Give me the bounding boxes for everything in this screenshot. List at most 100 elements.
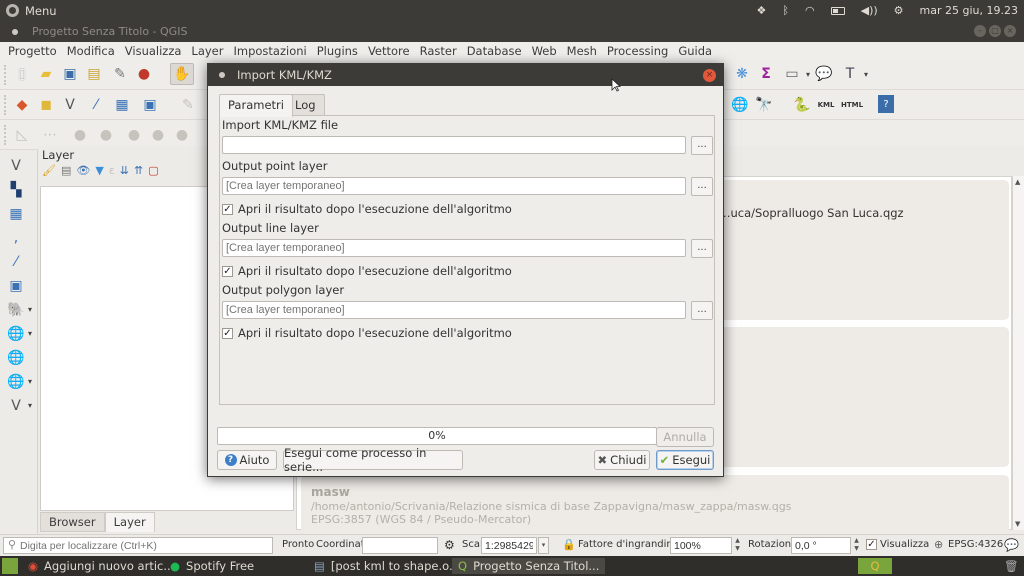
save-project-icon[interactable]: ▣ [60,64,80,84]
workspace-switcher-icon[interactable] [2,558,18,574]
open-project-icon[interactable]: ▰ [36,64,56,84]
add-vector-layer-icon[interactable]: V [6,156,26,176]
rotation-spinner[interactable]: ▲ ▼ [851,537,862,554]
menu-plugins[interactable]: Plugins [317,44,363,58]
menu-vettore[interactable]: Vettore [368,44,415,58]
taskbar-item[interactable]: Q Progetto Senza Titol... [452,558,606,574]
bluetooth-icon[interactable]: ᛒ [782,4,789,17]
close-button[interactable]: ✖ Chiudi [594,450,650,470]
recent-list-scrollbar[interactable]: ▲ ▼ [1012,176,1024,530]
tab-browser[interactable]: Browser [40,512,105,532]
layout-manager-icon[interactable]: ✎ [110,64,130,84]
coordinate-input[interactable] [362,537,438,554]
collapse-all-icon[interactable]: ⇈ [134,164,143,182]
add-spatialite-icon[interactable]: ⁄ [6,252,26,272]
add-wfs-icon[interactable]: 🌐 [6,372,26,392]
line-layer-browse-button[interactable]: ... [691,239,713,258]
recent-project-item[interactable]: masw /home/antonio/Scrivania/Relazione s… [301,475,1009,535]
menu-web[interactable]: Web [532,44,562,58]
tab-layer[interactable]: Layer [104,512,155,532]
new-virtual-layer-icon[interactable]: ▣ [140,95,160,115]
new-project-icon[interactable]: ▯ [12,64,32,84]
dialog-title-bar[interactable]: Import KML/KMZ × [208,64,723,86]
lock-scale-icon[interactable]: 🔒 [562,538,576,551]
dropbox-icon[interactable]: ❖ [757,4,767,17]
add-delimited-text-icon[interactable]: , [6,228,26,248]
system-menu-button[interactable]: Menu [0,4,57,18]
checkbox-box[interactable]: ✓ [222,265,233,277]
volume-icon[interactable]: ◀)) [861,4,878,17]
menu-progetto[interactable]: Progetto [8,44,62,58]
checkbox-box[interactable]: ✓ [222,203,233,215]
checkbox-box[interactable]: ✓ [222,327,233,339]
remove-layer-icon[interactable]: ▢ [148,164,158,182]
add-wcs-icon[interactable]: 🌐 [6,348,26,368]
taskbar-item[interactable]: ● Spotify Free [170,558,254,574]
new-shapefile-icon[interactable]: V [60,95,80,115]
menu-processing[interactable]: Processing [607,44,673,58]
scale-input[interactable] [481,537,537,554]
toolbar-grip[interactable] [4,65,8,85]
point-open-after-checkbox[interactable]: ✓ Apri il risultato dopo l'esecuzione de… [222,202,512,216]
kml-file-browse-button[interactable]: ... [691,136,713,155]
python-console-icon[interactable]: 🐍 [792,95,812,115]
add-postgis-icon[interactable]: 🐘 [6,300,26,320]
magnifier-spinner[interactable]: ▲ ▼ [732,537,743,554]
menu-modifica[interactable]: Modifica [67,44,120,58]
html-export-icon[interactable]: HTML [841,95,863,115]
toolbar-grip[interactable] [4,125,8,145]
settings-gear-icon[interactable]: ⚙ [894,4,904,17]
map-tips-icon[interactable]: 💬 [814,64,834,84]
help-book-icon[interactable]: ? [878,95,894,113]
menu-layer[interactable]: Layer [191,44,228,58]
menu-mesh[interactable]: Mesh [567,44,602,58]
window-close-icon[interactable]: × [1004,25,1016,37]
messages-icon[interactable]: 💬 [1004,538,1019,552]
qgis-workspace-preview-icon[interactable]: Q [858,558,892,574]
taskbar-item[interactable]: ◉ Aggiungi nuovo artic... [28,558,174,574]
wfs-dropdown-icon[interactable]: ▾ [28,377,32,386]
locator-search-input[interactable] [3,537,273,554]
tab-parametri[interactable]: Parametri [219,94,293,117]
minimize-icon[interactable]: – [974,25,986,37]
postgis-dropdown-icon[interactable]: ▾ [28,305,32,314]
expand-all-icon[interactable]: ⇊ [120,164,129,182]
point-layer-input[interactable] [222,177,686,195]
render-checkbox[interactable]: ✓ [866,539,877,550]
new-temporary-layer-icon[interactable]: ▦ [112,95,132,115]
crs-button[interactable]: EPSG:4326 [948,539,1003,550]
run-button[interactable]: ✔ Esegui [656,450,714,470]
kml-add-icon[interactable]: KML [816,95,836,115]
toolbar-grip[interactable] [4,95,8,115]
rotation-input[interactable] [791,537,851,554]
add-wms-icon[interactable]: 🌐 [6,324,26,344]
batch-process-button[interactable]: Esegui come processo in serie... [283,446,463,474]
scale-dropdown-icon[interactable]: ▾ [538,537,549,554]
zoom-globe-icon[interactable]: 🌐 [730,95,750,115]
polygon-open-after-checkbox[interactable]: ✓ Apri il risultato dopo l'esecuzione de… [222,326,512,340]
wms-dropdown-icon[interactable]: ▾ [28,329,32,338]
polygon-layer-browse-button[interactable]: ... [691,301,713,320]
annotation-dropdown-icon[interactable]: ▾ [856,64,876,84]
clock[interactable]: mar 25 giu, 19.23 [920,4,1018,17]
trash-icon[interactable]: 🗑 [1004,558,1019,574]
dialog-close-icon[interactable]: × [703,69,716,82]
menu-guida[interactable]: Guida [678,44,717,58]
new-print-layout-icon[interactable]: ▤ [84,64,104,84]
menu-raster[interactable]: Raster [420,44,462,58]
taskbar-item[interactable]: ▤ [post kml to shape.o... [314,558,460,574]
new-geopackage-icon[interactable]: ◼ [36,95,56,115]
new-layer-icon[interactable]: V [6,396,26,416]
wifi-icon[interactable]: ◠ [805,4,815,17]
menu-impostazioni[interactable]: Impostazioni [234,44,312,58]
scroll-up-icon[interactable]: ▲ [1015,178,1020,186]
menu-database[interactable]: Database [467,44,527,58]
visibility-eye-icon[interactable]: 👁 [76,164,90,182]
data-source-manager-icon[interactable]: ◆ [12,95,32,115]
pan-hand-icon[interactable]: ✋ [170,63,194,85]
statistics-sum-icon[interactable]: Σ [756,64,776,84]
battery-icon[interactable] [830,6,845,15]
new-layer-dropdown-icon[interactable]: ▾ [28,401,32,410]
globe-binoculars-icon[interactable]: 🔭 [754,95,774,115]
polygon-layer-input[interactable] [222,301,686,319]
